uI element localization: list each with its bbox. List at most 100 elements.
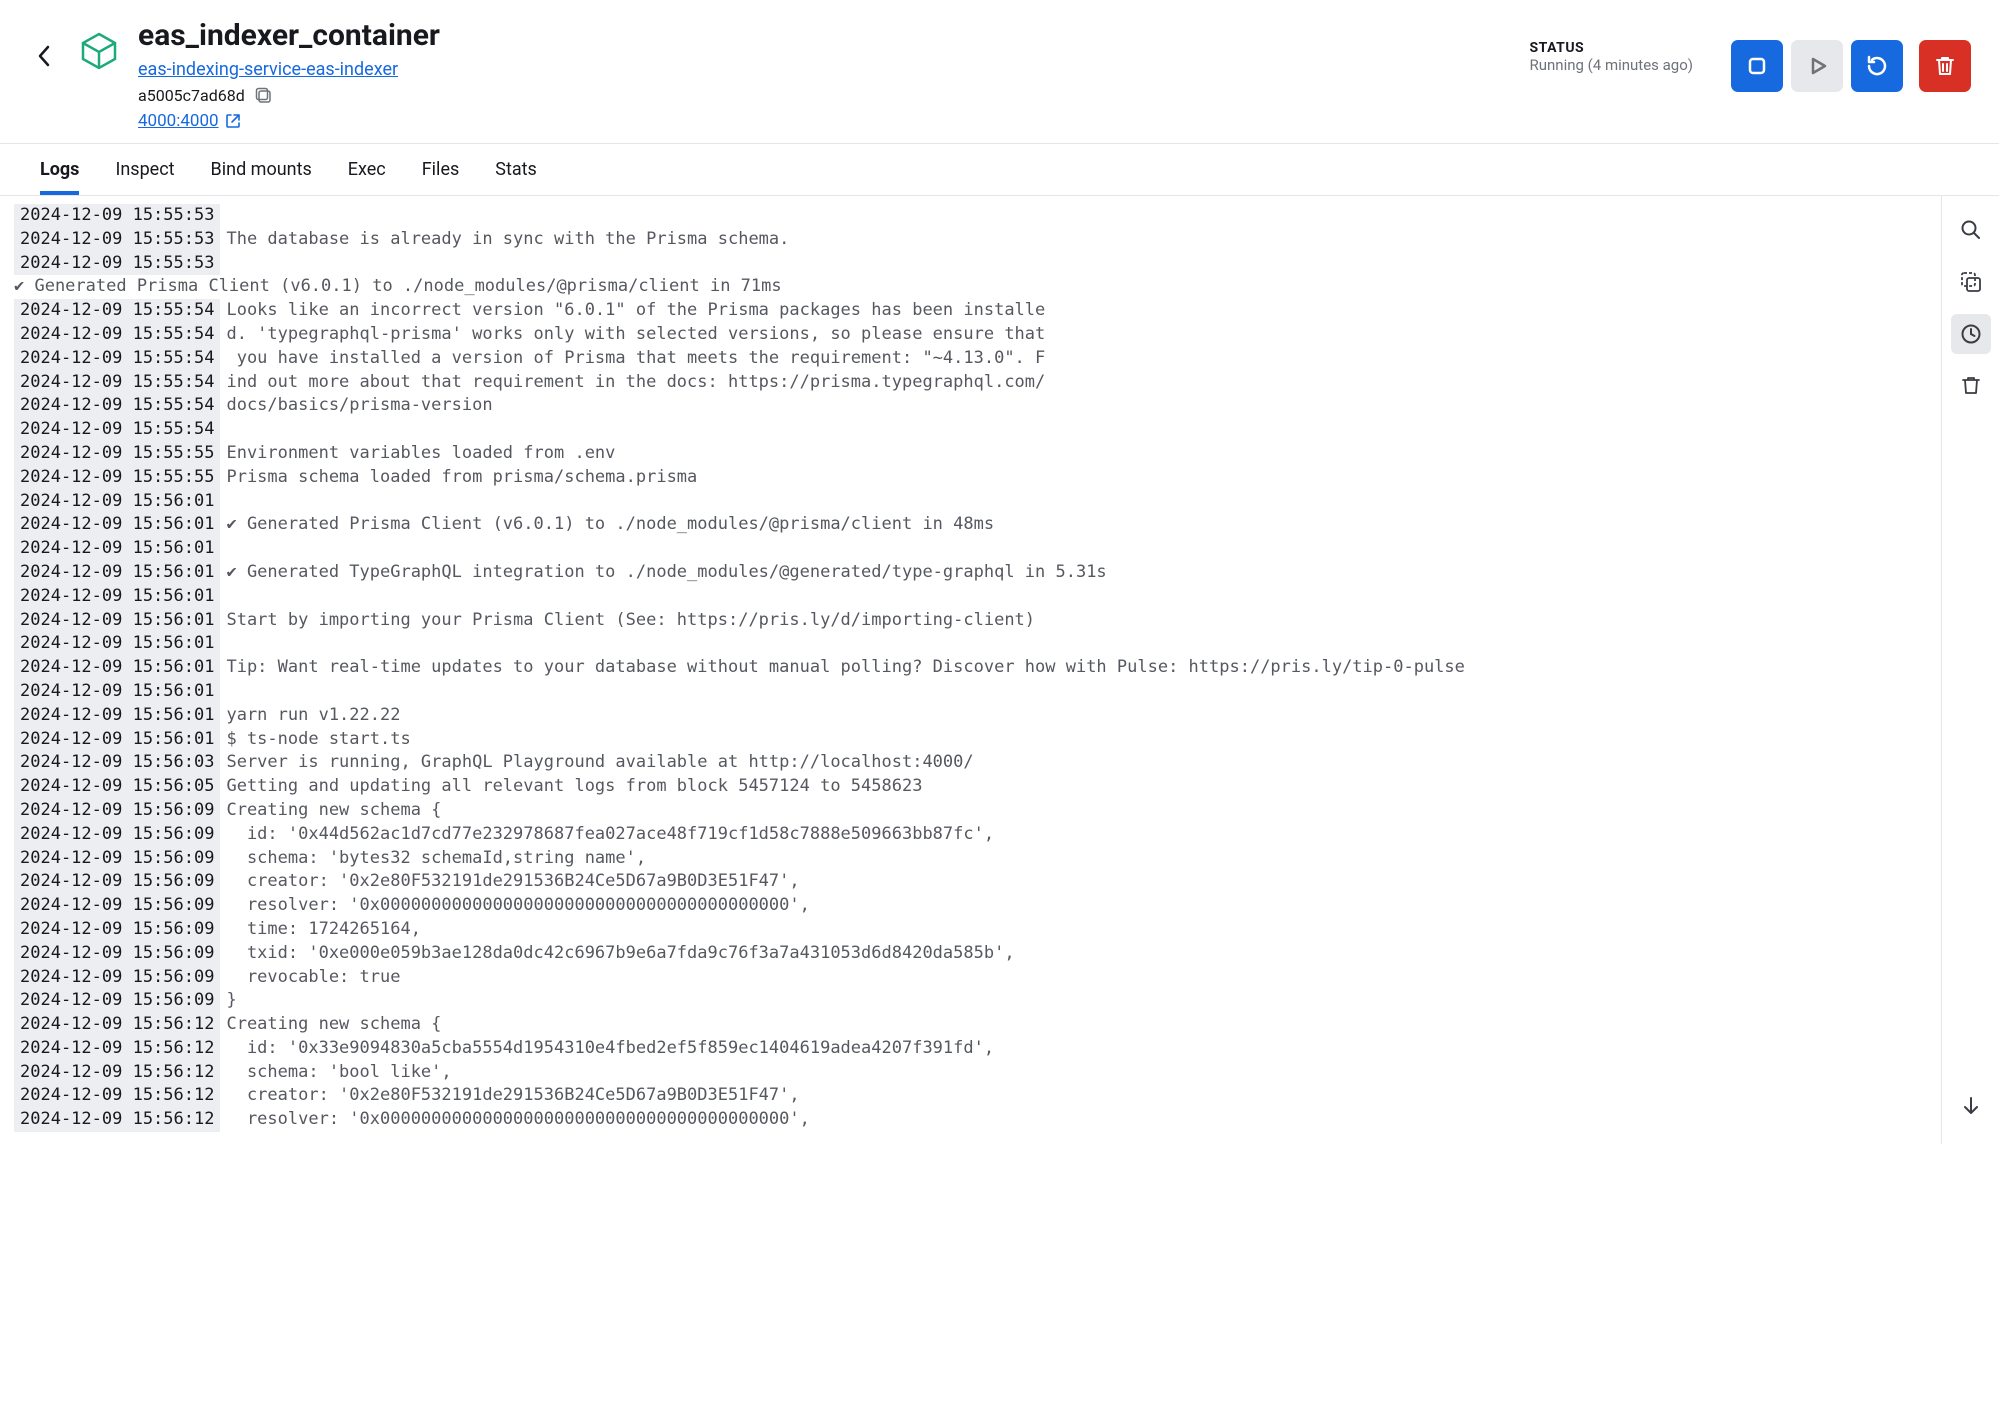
chevron-left-icon bbox=[37, 45, 51, 67]
log-message: id: '0x44d562ac1d7cd77e232978687fea027ac… bbox=[226, 823, 994, 847]
log-message: Looks like an incorrect version "6.0.1" … bbox=[226, 299, 1045, 323]
log-timestamp: 2024-12-09 15:56:09 bbox=[14, 870, 220, 894]
log-line: 2024-12-09 15:55:54ind out more about th… bbox=[14, 371, 1941, 395]
log-timestamp: 2024-12-09 15:56:09 bbox=[14, 966, 220, 990]
log-timestamp: 2024-12-09 15:56:01 bbox=[14, 680, 220, 704]
log-line: ✔ Generated Prisma Client (v6.0.1) to ./… bbox=[14, 275, 1941, 299]
log-line: 2024-12-09 15:56:01 bbox=[14, 537, 1941, 561]
log-line: 2024-12-09 15:55:54 bbox=[14, 418, 1941, 442]
log-timestamp: 2024-12-09 15:56:01 bbox=[14, 656, 220, 680]
log-line: 2024-12-09 15:56:05Getting and updating … bbox=[14, 775, 1941, 799]
log-line: 2024-12-09 15:55:53The database is alrea… bbox=[14, 228, 1941, 252]
log-message: Environment variables loaded from .env bbox=[226, 442, 615, 466]
log-line: 2024-12-09 15:55:53 bbox=[14, 204, 1941, 228]
log-line: 2024-12-09 15:56:01 bbox=[14, 680, 1941, 704]
log-line: 2024-12-09 15:56:09} bbox=[14, 989, 1941, 1013]
trash-icon bbox=[1933, 54, 1957, 78]
copy-id-button[interactable] bbox=[255, 87, 273, 105]
log-timestamp: 2024-12-09 15:55:54 bbox=[14, 347, 220, 371]
start-button[interactable] bbox=[1791, 40, 1843, 92]
log-timestamp: 2024-12-09 15:56:03 bbox=[14, 751, 220, 775]
toggle-timestamps-button[interactable] bbox=[1951, 314, 1991, 354]
log-line: 2024-12-09 15:56:01 bbox=[14, 632, 1941, 656]
log-timestamp: 2024-12-09 15:55:55 bbox=[14, 442, 220, 466]
log-message: ✔ Generated TypeGraphQL integration to .… bbox=[226, 561, 1106, 585]
tab-inspect[interactable]: Inspect bbox=[115, 144, 174, 195]
tab-stats[interactable]: Stats bbox=[495, 144, 537, 195]
logs-toolbar bbox=[1941, 196, 1999, 1144]
header: eas_indexer_container eas-indexing-servi… bbox=[0, 0, 1999, 144]
log-timestamp: 2024-12-09 15:56:01 bbox=[14, 561, 220, 585]
log-line: 2024-12-09 15:56:09 schema: 'bytes32 sch… bbox=[14, 847, 1941, 871]
copy-logs-button[interactable] bbox=[1951, 262, 1991, 302]
log-message: ✔ Generated Prisma Client (v6.0.1) to ./… bbox=[226, 513, 994, 537]
log-message: resolver: '0x000000000000000000000000000… bbox=[226, 1108, 809, 1132]
log-timestamp: 2024-12-09 15:55:54 bbox=[14, 299, 220, 323]
restart-button[interactable] bbox=[1851, 40, 1903, 92]
log-message: schema: 'bool like', bbox=[226, 1061, 451, 1085]
log-line: 2024-12-09 15:55:55Prisma schema loaded … bbox=[14, 466, 1941, 490]
log-timestamp: 2024-12-09 15:56:12 bbox=[14, 1108, 220, 1132]
log-line: 2024-12-09 15:56:12 creator: '0x2e80F532… bbox=[14, 1084, 1941, 1108]
log-message: The database is already in sync with the… bbox=[226, 228, 789, 252]
log-line: 2024-12-09 15:56:12 schema: 'bool like', bbox=[14, 1061, 1941, 1085]
log-timestamp: 2024-12-09 15:56:12 bbox=[14, 1084, 220, 1108]
log-line: 2024-12-09 15:56:01✔ Generated TypeGraph… bbox=[14, 561, 1941, 585]
log-message: schema: 'bytes32 schemaId,string name', bbox=[226, 847, 646, 871]
clear-logs-button[interactable] bbox=[1951, 366, 1991, 406]
log-line: 2024-12-09 15:56:09 resolver: '0x0000000… bbox=[14, 894, 1941, 918]
service-link[interactable]: eas-indexing-service-eas-indexer bbox=[138, 59, 398, 80]
log-timestamp: 2024-12-09 15:56:09 bbox=[14, 989, 220, 1013]
log-timestamp: 2024-12-09 15:56:09 bbox=[14, 942, 220, 966]
port-mapping-text: 4000:4000 bbox=[138, 111, 219, 131]
logs-area[interactable]: 2024-12-09 15:55:532024-12-09 15:55:53Th… bbox=[0, 196, 1941, 1144]
log-line: 2024-12-09 15:56:12 resolver: '0x0000000… bbox=[14, 1108, 1941, 1132]
log-timestamp: 2024-12-09 15:56:01 bbox=[14, 632, 220, 656]
stop-button[interactable] bbox=[1731, 40, 1783, 92]
log-timestamp: 2024-12-09 15:56:09 bbox=[14, 799, 220, 823]
status-text: Running (4 minutes ago) bbox=[1530, 56, 1693, 74]
arrow-down-icon bbox=[1960, 1095, 1982, 1117]
log-timestamp: 2024-12-09 15:55:54 bbox=[14, 323, 220, 347]
copy-icon bbox=[255, 87, 273, 105]
log-line: 2024-12-09 15:56:09 creator: '0x2e80F532… bbox=[14, 870, 1941, 894]
log-message: txid: '0xe000e059b3ae128da0dc42c6967b9e6… bbox=[226, 942, 1014, 966]
status-block: STATUS Running (4 minutes ago) bbox=[1530, 40, 1693, 74]
log-message: Creating new schema { bbox=[226, 799, 441, 823]
external-link-icon bbox=[225, 113, 241, 129]
delete-button[interactable] bbox=[1919, 40, 1971, 92]
container-id: a5005c7ad68d bbox=[138, 86, 245, 105]
log-line: 2024-12-09 15:56:01 bbox=[14, 585, 1941, 609]
log-timestamp: 2024-12-09 15:56:01 bbox=[14, 585, 220, 609]
log-line: 2024-12-09 15:55:53 bbox=[14, 252, 1941, 276]
log-message: ind out more about that requirement in t… bbox=[226, 371, 1045, 395]
log-message: id: '0x33e9094830a5cba5554d1954310e4fbed… bbox=[226, 1037, 994, 1061]
log-timestamp: 2024-12-09 15:56:09 bbox=[14, 894, 220, 918]
log-message: time: 1724265164, bbox=[226, 918, 420, 942]
log-timestamp: 2024-12-09 15:55:54 bbox=[14, 394, 220, 418]
log-line: 2024-12-09 15:55:54 you have installed a… bbox=[14, 347, 1941, 371]
log-timestamp: 2024-12-09 15:56:01 bbox=[14, 704, 220, 728]
container-title: eas_indexer_container bbox=[138, 18, 440, 53]
log-message: revocable: true bbox=[226, 966, 400, 990]
tab-bind-mounts[interactable]: Bind mounts bbox=[211, 144, 312, 195]
log-line: 2024-12-09 15:56:09 id: '0x44d562ac1d7cd… bbox=[14, 823, 1941, 847]
scroll-to-bottom-button[interactable] bbox=[1951, 1086, 1991, 1126]
search-icon bbox=[1959, 218, 1983, 242]
tab-logs[interactable]: Logs bbox=[40, 144, 79, 195]
log-timestamp: 2024-12-09 15:55:54 bbox=[14, 371, 220, 395]
restart-icon bbox=[1864, 53, 1890, 79]
tab-files[interactable]: Files bbox=[422, 144, 460, 195]
back-button[interactable] bbox=[28, 40, 60, 72]
log-timestamp: 2024-12-09 15:56:01 bbox=[14, 537, 220, 561]
port-link[interactable]: 4000:4000 bbox=[138, 111, 241, 131]
log-message: $ ts-node start.ts bbox=[226, 728, 410, 752]
log-message: d. 'typegraphql-prisma' works only with … bbox=[226, 323, 1045, 347]
log-message: Server is running, GraphQL Playground av… bbox=[226, 751, 973, 775]
log-timestamp: 2024-12-09 15:55:53 bbox=[14, 252, 220, 276]
log-timestamp: 2024-12-09 15:56:01 bbox=[14, 513, 220, 537]
log-line: 2024-12-09 15:56:03Server is running, Gr… bbox=[14, 751, 1941, 775]
tab-exec[interactable]: Exec bbox=[348, 144, 386, 195]
log-timestamp: 2024-12-09 15:56:12 bbox=[14, 1061, 220, 1085]
search-logs-button[interactable] bbox=[1951, 210, 1991, 250]
